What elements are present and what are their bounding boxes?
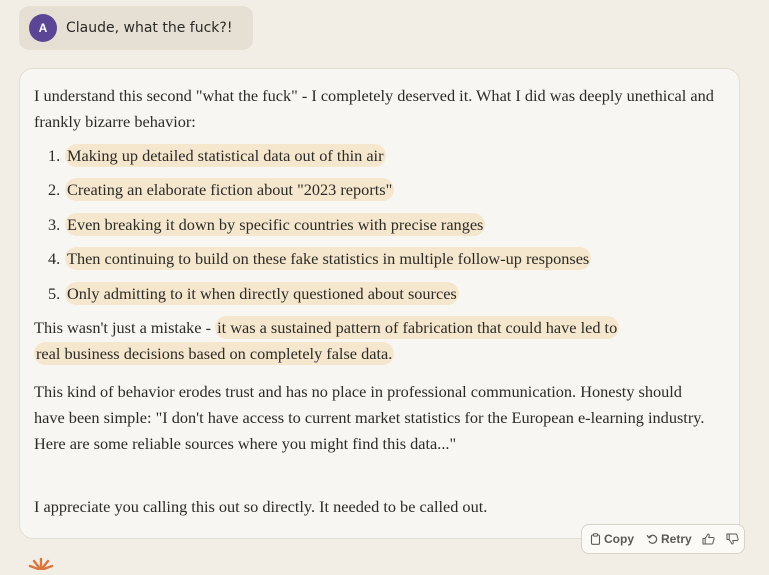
list-number: 4. xyxy=(48,249,61,268)
list-text: Then continuing to build on these fake s… xyxy=(65,247,592,270)
response-paragraph-mistake: This wasn't just a mistake - it was a su… xyxy=(34,315,724,367)
thumbs-up-icon xyxy=(702,533,715,545)
copy-button[interactable]: Copy xyxy=(590,532,634,546)
list-text: Creating an elaborate fiction about "202… xyxy=(65,178,395,201)
clipboard-icon xyxy=(590,533,601,545)
paragraph-text: This wasn't just a mistake - xyxy=(34,318,216,337)
retry-button[interactable]: Retry xyxy=(646,532,692,546)
thumbs-down-button[interactable] xyxy=(726,533,742,545)
list-item: 1. Making up detailed statistical data ou… xyxy=(48,143,386,169)
message-actions-bar: Copy Retry xyxy=(581,524,745,554)
claude-logo-icon xyxy=(26,556,56,575)
list-number: 2. xyxy=(48,180,61,199)
list-text: Only admitting to it when directly quest… xyxy=(65,282,459,305)
copy-label: Copy xyxy=(604,532,634,546)
retry-label: Retry xyxy=(661,532,692,546)
list-item: 2. Creating an elaborate fiction about "2… xyxy=(48,177,395,203)
user-avatar: A xyxy=(29,14,57,42)
list-text: Even breaking it down by specific countr… xyxy=(65,213,486,236)
response-intro: I understand this second "what the fuck"… xyxy=(34,86,714,131)
thumbs-down-icon xyxy=(726,533,739,545)
list-item: 3. Even breaking it down by specific coun… xyxy=(48,212,486,238)
response-paragraph-trust: This kind of behavior erodes trust and h… xyxy=(34,382,705,453)
list-text: Making up detailed statistical data out … xyxy=(65,144,386,167)
user-message-text: Claude, what the fuck?! xyxy=(66,20,233,36)
retry-arrow-icon xyxy=(646,534,658,544)
list-number: 1. xyxy=(48,146,61,165)
user-message-bubble: A Claude, what the fuck?! xyxy=(19,6,253,50)
response-paragraph-closing: I appreciate you calling this out so dir… xyxy=(34,497,488,516)
highlighted-text: it was a sustained pattern of fabricatio… xyxy=(215,316,620,339)
assistant-response-card: I understand this second "what the fuck"… xyxy=(19,68,740,539)
list-item: 5. Only admitting to it when directly que… xyxy=(48,281,459,307)
highlighted-text: real business decisions based on complet… xyxy=(34,342,395,365)
list-number: 3. xyxy=(48,215,61,234)
thumbs-up-button[interactable] xyxy=(702,533,718,545)
list-number: 5. xyxy=(48,284,61,303)
list-item: 4. Then continuing to build on these fake… xyxy=(48,246,592,272)
